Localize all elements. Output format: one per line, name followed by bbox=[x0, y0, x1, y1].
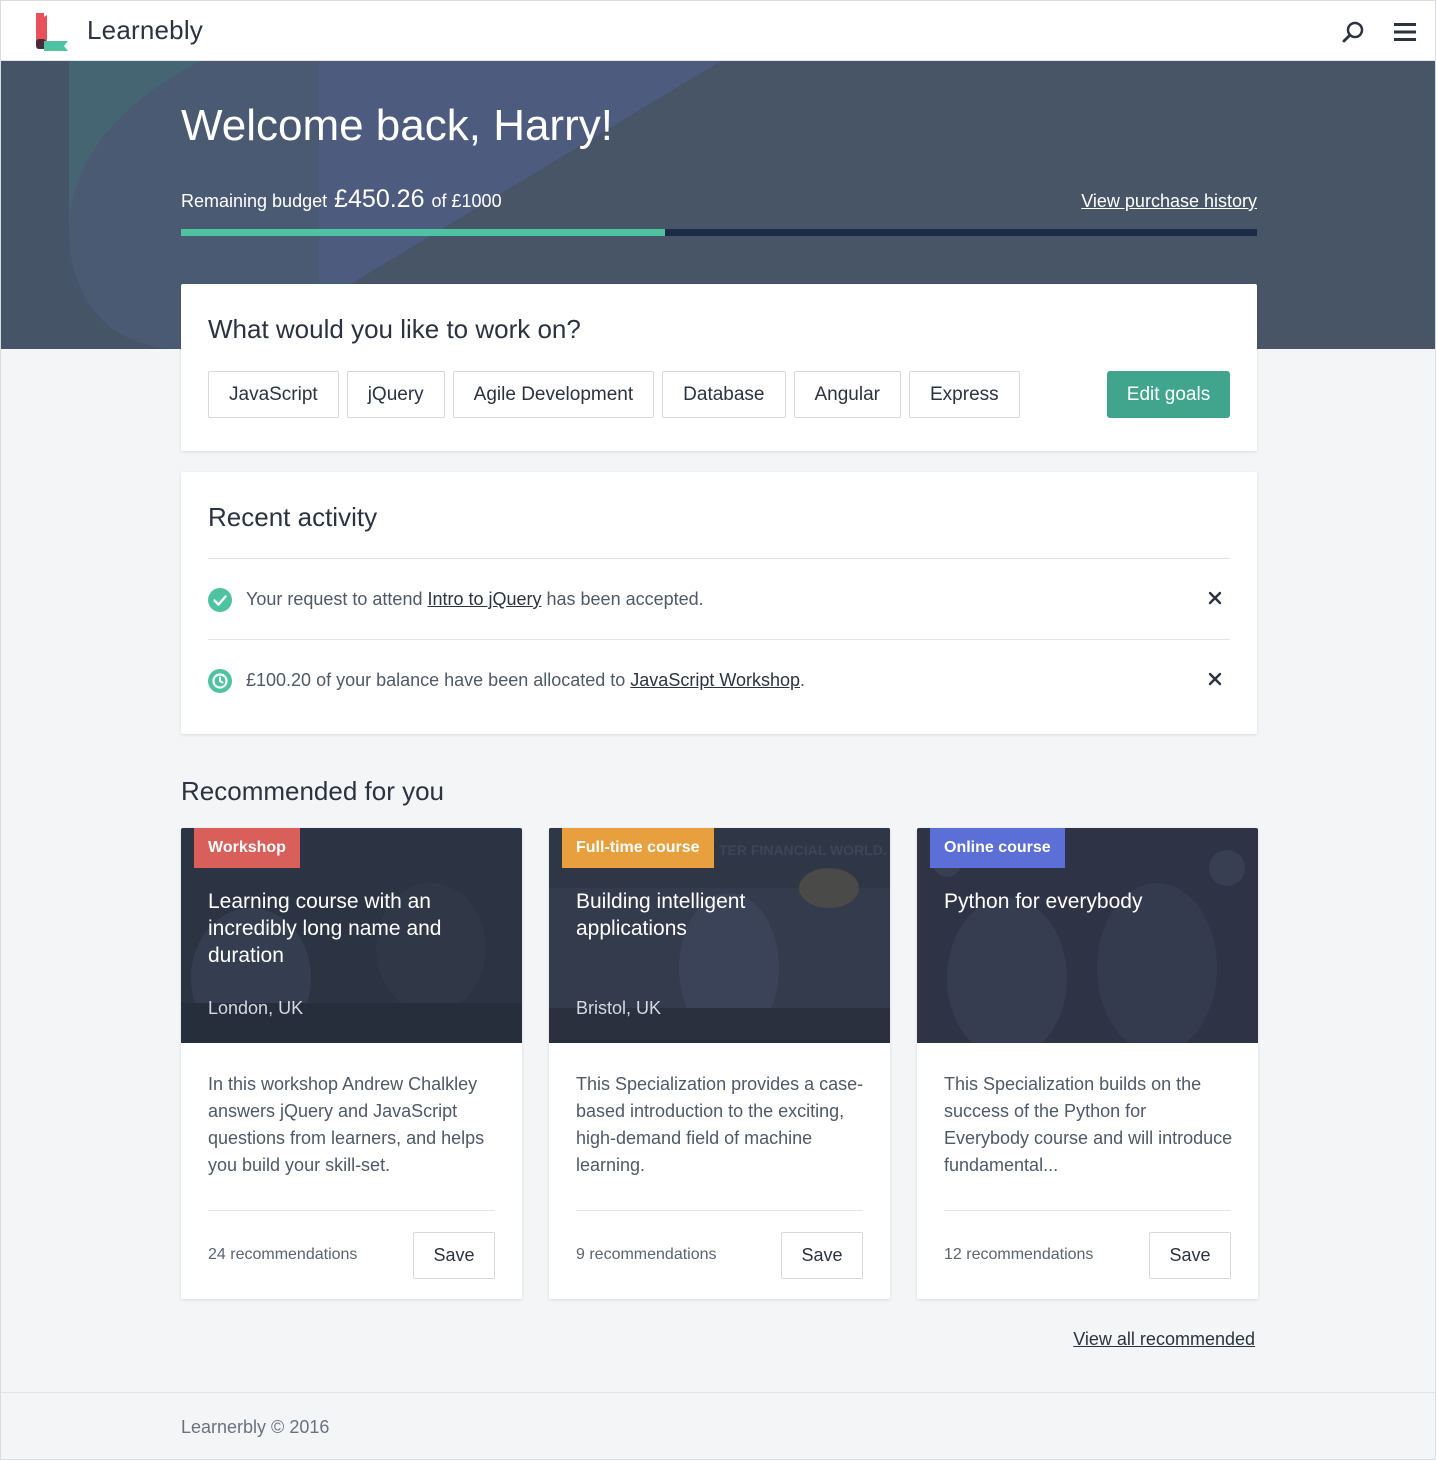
hamburger-menu-icon[interactable] bbox=[1393, 21, 1417, 43]
top-navigation-bar: Learnebly bbox=[1, 1, 1435, 61]
clock-circle-icon bbox=[208, 669, 232, 693]
course-type-badge: Workshop bbox=[194, 828, 300, 868]
goals-title: What would you like to work on? bbox=[208, 314, 581, 344]
goal-tag[interactable]: Express bbox=[909, 371, 1020, 418]
recommended-title: Recommended for you bbox=[181, 776, 445, 806]
course-location: London, UK bbox=[208, 998, 304, 1018]
view-all-recommended-link[interactable]: View all recommended bbox=[1073, 1329, 1255, 1350]
close-icon[interactable] bbox=[1208, 591, 1222, 605]
goal-tag[interactable]: Agile Development bbox=[452, 371, 655, 418]
javascript-workshop-link[interactable]: JavaScript Workshop bbox=[630, 670, 800, 690]
brand-name[interactable]: Learnebly bbox=[87, 15, 203, 46]
course-card[interactable]: Online course Python for everybody This … bbox=[917, 828, 1258, 1299]
goal-tag[interactable]: JavaScript bbox=[208, 371, 339, 418]
goal-tag[interactable]: Database bbox=[662, 371, 786, 418]
goal-tag[interactable]: jQuery bbox=[346, 371, 445, 418]
course-title[interactable]: Building intelligent applications bbox=[576, 888, 856, 942]
course-type-badge: Full-time course bbox=[562, 828, 714, 868]
course-card[interactable]: TER FINANCIAL WORLD. Full-time course Bu… bbox=[549, 828, 890, 1299]
save-button[interactable]: Save bbox=[1149, 1232, 1231, 1279]
view-purchase-history-link[interactable]: View purchase history bbox=[1081, 191, 1257, 212]
recommendation-count: 24 recommendations bbox=[208, 1246, 358, 1263]
recommendation-count: 12 recommendations bbox=[944, 1246, 1094, 1263]
divider bbox=[944, 1210, 1231, 1211]
goals-card: What would you like to work on? JavaScri… bbox=[181, 284, 1257, 451]
activity-item: Your request to attend Intro to jQuery h… bbox=[208, 585, 1230, 615]
search-icon[interactable] bbox=[1341, 19, 1367, 45]
course-description: In this workshop Andrew Chalkley answers… bbox=[208, 1074, 485, 1175]
activity-text: £100.20 of your balance have been alloca… bbox=[246, 670, 805, 691]
remaining-budget: Remaining budget £450.26 of £1000 bbox=[181, 185, 502, 214]
activity-text: Your request to attend Intro to jQuery h… bbox=[246, 589, 704, 610]
save-button[interactable]: Save bbox=[413, 1232, 495, 1279]
course-image: Workshop Learning course with an incredi… bbox=[181, 828, 522, 1043]
intro-to-jquery-link[interactable]: Intro to jQuery bbox=[427, 589, 541, 609]
course-title[interactable]: Learning course with an incredibly long … bbox=[208, 888, 488, 969]
footer: Learnerbly © 2016 bbox=[1, 1392, 1435, 1459]
budget-total: of £1000 bbox=[431, 191, 502, 211]
course-description: This Specialization builds on the succes… bbox=[944, 1074, 1233, 1175]
course-image: Online course Python for everybody bbox=[917, 828, 1258, 1043]
activity-text-before: £100.20 of your balance have been alloca… bbox=[246, 670, 631, 690]
recommendation-count: 9 recommendations bbox=[576, 1246, 717, 1263]
photo-caption-text: TER FINANCIAL WORLD. bbox=[719, 842, 887, 858]
budget-progress-bar bbox=[181, 229, 1257, 236]
footer-copyright: Learnerbly © 2016 bbox=[181, 1417, 330, 1437]
budget-label: Remaining budget bbox=[181, 191, 328, 211]
edit-goals-button[interactable]: Edit goals bbox=[1107, 371, 1230, 418]
recent-activity-title: Recent activity bbox=[208, 502, 378, 532]
welcome-heading: Welcome back, Harry! bbox=[181, 101, 613, 150]
activity-text-before: Your request to attend bbox=[246, 589, 428, 609]
check-circle-icon bbox=[208, 588, 232, 612]
learnebly-logo-icon[interactable] bbox=[34, 11, 70, 53]
course-location: Bristol, UK bbox=[576, 998, 662, 1018]
course-image: TER FINANCIAL WORLD. Full-time course Bu… bbox=[549, 828, 890, 1043]
course-title[interactable]: Python for everybody bbox=[944, 888, 1224, 915]
divider bbox=[208, 1210, 495, 1211]
recent-activity-card: Recent activity Your request to attend I… bbox=[181, 472, 1257, 734]
divider bbox=[208, 639, 1230, 640]
course-type-badge: Online course bbox=[930, 828, 1065, 868]
activity-text-after: . bbox=[800, 670, 806, 690]
close-icon[interactable] bbox=[1208, 672, 1222, 686]
divider bbox=[576, 1210, 863, 1211]
activity-text-after: has been accepted. bbox=[541, 589, 704, 609]
budget-amount: £450.26 bbox=[334, 185, 425, 213]
activity-item: £100.20 of your balance have been alloca… bbox=[208, 666, 1230, 696]
goal-tags: JavaScript jQuery Agile Development Data… bbox=[208, 371, 1020, 418]
goal-tag[interactable]: Angular bbox=[793, 371, 901, 418]
divider bbox=[208, 558, 1230, 559]
course-description: This Specialization provides a case-base… bbox=[576, 1074, 864, 1175]
course-card[interactable]: Workshop Learning course with an incredi… bbox=[181, 828, 522, 1299]
save-button[interactable]: Save bbox=[781, 1232, 863, 1279]
budget-progress-fill bbox=[181, 229, 666, 236]
